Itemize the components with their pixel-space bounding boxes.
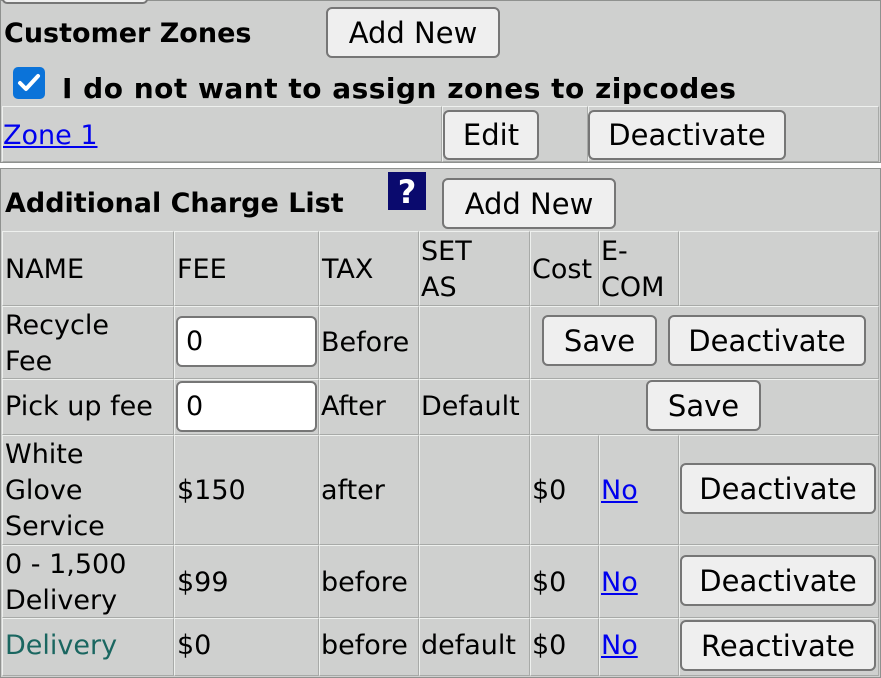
clipped-top-button[interactable] — [2, 0, 148, 4]
header-name: NAME — [5, 254, 85, 285]
row1-name-line1: Recycle — [5, 310, 109, 341]
zones-add-new-button[interactable]: Add New — [326, 7, 500, 58]
row3-fee: $150 — [177, 475, 246, 506]
header-fee: FEE — [177, 254, 227, 285]
row5-set-as: default — [421, 630, 517, 661]
row5-ecom-link[interactable]: No — [601, 628, 638, 664]
header-ecom-line1: E- — [601, 236, 628, 267]
row3-cost: $0 — [532, 475, 567, 506]
row3-name-line1: White — [5, 439, 84, 470]
header-tax: TAX — [322, 254, 374, 285]
row4-cost: $0 — [532, 567, 567, 598]
zone-edit-button[interactable]: Edit — [443, 110, 539, 160]
row5-tax: before — [321, 630, 408, 661]
row5-fee: $0 — [177, 630, 212, 661]
row3-ecom-link[interactable]: No — [601, 473, 638, 509]
row3-deactivate-button[interactable]: Deactivate — [680, 463, 876, 514]
zone-1-link[interactable]: Zone 1 — [3, 118, 98, 154]
row1-fee-input[interactable] — [176, 316, 317, 367]
row4-ecom-link[interactable]: No — [601, 565, 638, 601]
row5-reactivate-button[interactable]: Reactivate — [680, 620, 876, 671]
row3-set-as-cell — [419, 435, 530, 545]
row3-tax: after — [321, 475, 385, 506]
row4-name-line2: Delivery — [5, 585, 118, 616]
assign-zones-label: I do not want to assign zones to zipcode… — [62, 72, 737, 105]
zone-deactivate-button[interactable]: Deactivate — [588, 110, 786, 160]
charges-add-new-button[interactable]: Add New — [442, 178, 616, 229]
svg-text:?: ? — [398, 173, 417, 210]
row1-set-as-cell — [419, 306, 530, 379]
question-mark-glyph: ? — [398, 173, 417, 211]
row2-set-as: Default — [421, 391, 520, 422]
row3-name-line2: Glove — [5, 475, 83, 506]
header-set-as-line1: SET — [421, 236, 472, 267]
row3-name-line3: Service — [5, 511, 105, 542]
row4-tax: before — [321, 567, 408, 598]
row4-set-as-cell — [419, 545, 530, 618]
question-mark-icon[interactable]: ? — [386, 170, 428, 212]
header-actions-cell — [679, 231, 879, 306]
row2-tax: After — [321, 391, 386, 422]
assign-zones-checkbox[interactable] — [13, 67, 45, 99]
row1-deactivate-button[interactable]: Deactivate — [668, 315, 866, 366]
row1-name-line2: Fee — [5, 346, 53, 377]
charge-list-title: Additional Charge List — [5, 188, 344, 219]
row1-save-button[interactable]: Save — [542, 315, 657, 366]
row5-cost: $0 — [532, 630, 567, 661]
row4-name-line1: 0 - 1,500 — [5, 549, 127, 580]
customer-zones-title: Customer Zones — [4, 18, 252, 49]
header-cost: Cost — [532, 254, 593, 285]
checkmark-icon — [18, 74, 40, 91]
row2-save-button[interactable]: Save — [646, 380, 761, 431]
row4-fee: $99 — [177, 567, 229, 598]
row5-name: Delivery — [5, 630, 118, 661]
row2-name: Pick up fee — [5, 391, 153, 422]
header-set-as-line2: AS — [421, 272, 457, 303]
header-ecom-line2: COM — [601, 272, 665, 303]
row2-fee-input[interactable] — [176, 381, 317, 432]
row4-deactivate-button[interactable]: Deactivate — [680, 555, 876, 606]
row1-tax: Before — [321, 327, 410, 358]
